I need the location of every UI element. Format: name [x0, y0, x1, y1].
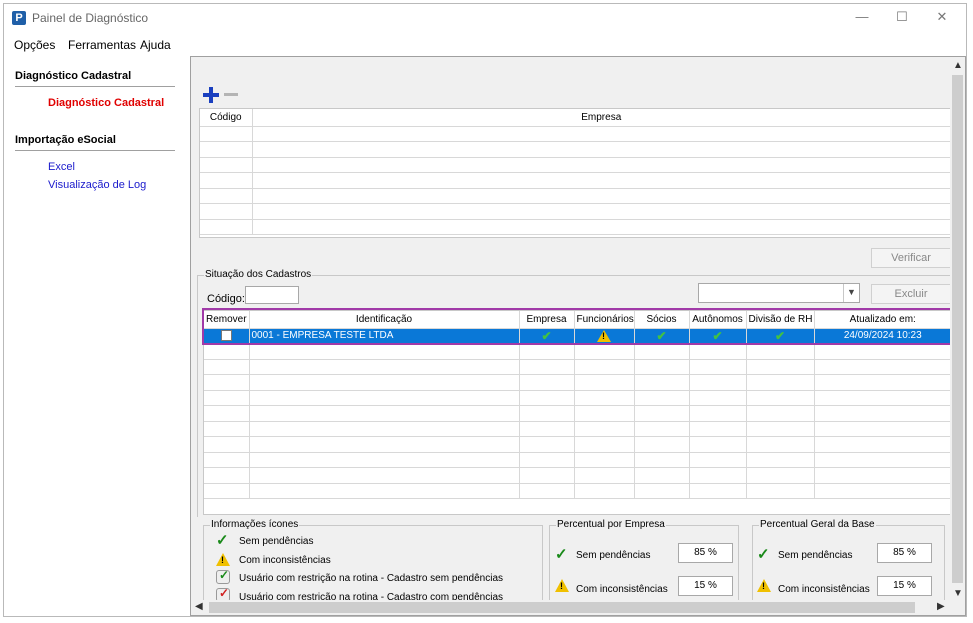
percent-base-com-label: Com inconsistências	[778, 584, 870, 595]
column-header-divisao-rh[interactable]: Divisão de RH	[746, 311, 815, 329]
sidebar-item-visualizacao-log[interactable]: Visualização de Log	[48, 179, 146, 191]
column-header-identificacao[interactable]: Identificação	[249, 311, 520, 329]
warning-icon	[555, 579, 569, 592]
table-row[interactable]	[200, 141, 951, 158]
table-row[interactable]	[204, 359, 952, 375]
percent-empresa-sem-value: 85 %	[678, 543, 733, 563]
horizontal-scrollbar[interactable]: ◀ ▶	[191, 600, 965, 615]
percent-base-sem-label: Sem pendências	[778, 550, 853, 561]
sidebar-divider	[15, 150, 175, 151]
sidebar-section-importacao: Importação eSocial	[15, 134, 116, 146]
menu-ajuda[interactable]: Ajuda	[140, 38, 171, 52]
column-header-atualizado[interactable]: Atualizado em:	[814, 311, 952, 329]
table-row[interactable]	[204, 405, 952, 422]
percent-base-com-value: 15 %	[877, 576, 932, 596]
check-icon: ✓	[555, 546, 568, 563]
table-row[interactable]	[204, 343, 952, 360]
percent-empresa-com-value: 15 %	[678, 576, 733, 596]
percent-base-title: Percentual Geral da Base	[759, 519, 876, 530]
column-header-socios[interactable]: Sócios	[634, 311, 690, 329]
sidebar-divider	[15, 86, 175, 87]
verificar-button[interactable]: Verificar	[871, 248, 951, 268]
table-row[interactable]	[204, 452, 952, 468]
codigo-input[interactable]	[245, 286, 299, 304]
vertical-scroll-thumb[interactable]	[952, 75, 963, 583]
legend-label: Sem pendências	[239, 536, 314, 547]
excluir-button[interactable]: Excluir	[871, 284, 951, 304]
close-button[interactable]: ✕	[922, 8, 962, 28]
excluir-label: Excluir	[894, 288, 928, 300]
percent-base-sem-value: 85 %	[877, 543, 932, 563]
table-row[interactable]: 0001 - EMPRESA TESTE LTDA ✔ ✔ ✔ ✔ 24/09/…	[204, 328, 952, 344]
scroll-right-icon[interactable]: ▶	[937, 601, 945, 612]
percent-empresa-com-label: Com inconsistências	[576, 584, 668, 595]
empresa-grid: Código Empresa	[199, 108, 952, 238]
warning-icon	[597, 329, 611, 342]
sidebar: Diagnóstico Cadastral Diagnóstico Cadast…	[4, 56, 186, 616]
minimize-button[interactable]: —	[842, 8, 882, 28]
check-icon: ✔	[774, 328, 786, 343]
percent-empresa-title: Percentual por Empresa	[556, 519, 666, 530]
codigo-label: Código:	[207, 293, 245, 305]
add-icon[interactable]	[203, 87, 219, 103]
column-header-remover[interactable]: Remover	[204, 311, 250, 329]
menu-bar: Opções Ferramentas Ajuda	[4, 34, 966, 56]
sidebar-item-excel[interactable]: Excel	[48, 161, 75, 173]
scroll-down-icon[interactable]: ▼	[953, 588, 963, 599]
column-header-empresa[interactable]: Empresa	[519, 311, 575, 329]
table-row[interactable]	[204, 467, 952, 484]
scroll-up-icon[interactable]: ▲	[953, 60, 963, 71]
table-row[interactable]	[200, 188, 951, 204]
table-row[interactable]	[200, 126, 951, 142]
vertical-scrollbar[interactable]: ▲ ▼	[950, 57, 965, 602]
identificacao-cell: 0001 - EMPRESA TESTE LTDA	[249, 328, 520, 344]
table-row[interactable]	[204, 483, 952, 499]
warning-icon	[216, 553, 230, 566]
check-icon: ✓	[757, 546, 770, 563]
app-window: P Painel de Diagnóstico — ☐ ✕ Opções Fer…	[3, 3, 967, 617]
horizontal-scroll-thumb[interactable]	[209, 602, 915, 613]
table-row[interactable]	[200, 219, 951, 235]
menu-ferramentas[interactable]: Ferramentas	[68, 38, 136, 52]
content-panel: Código Empresa Verificar Situação dos Ca…	[190, 56, 966, 616]
legend-label: Com inconsistências	[239, 555, 331, 566]
maximize-button[interactable]: ☐	[882, 8, 922, 28]
warning-icon	[757, 579, 771, 592]
check-icon: ✔	[656, 328, 667, 343]
column-header-autonomos[interactable]: Autônomos	[689, 311, 747, 329]
column-header-empresa[interactable]: Empresa	[252, 109, 951, 127]
column-header-codigo[interactable]: Código	[200, 109, 253, 127]
check-icon: ✔	[712, 328, 723, 343]
legend-title: Informações ícones	[210, 519, 300, 530]
table-row[interactable]	[204, 390, 952, 406]
table-row[interactable]	[200, 172, 951, 189]
filter-select[interactable]: ▼	[698, 283, 860, 303]
check-icon: ✔	[541, 328, 552, 343]
sidebar-section-diagnostico: Diagnóstico Cadastral	[15, 70, 132, 82]
menu-opcoes[interactable]: Opções	[14, 38, 55, 52]
atualizado-cell: 24/09/2024 10:23	[814, 328, 952, 344]
table-row[interactable]	[204, 436, 952, 453]
situacao-title: Situação dos Cadastros	[204, 269, 313, 280]
table-row[interactable]	[200, 203, 951, 220]
table-row[interactable]	[204, 421, 952, 437]
scroll-left-icon[interactable]: ◀	[195, 601, 203, 612]
chevron-down-icon[interactable]: ▼	[843, 284, 859, 302]
window-title: Painel de Diagnóstico	[32, 11, 149, 25]
title-bar: P Painel de Diagnóstico — ☐ ✕	[4, 4, 966, 32]
verificar-label: Verificar	[891, 252, 931, 264]
app-icon: P	[12, 11, 26, 25]
remove-icon[interactable]	[224, 93, 238, 96]
remover-checkbox[interactable]	[220, 330, 232, 342]
percent-empresa-sem-label: Sem pendências	[576, 550, 651, 561]
check-icon: ✓	[216, 532, 229, 549]
situacao-grid: Remover Identificação Empresa Funcionári…	[203, 310, 953, 515]
table-row[interactable]	[200, 157, 951, 173]
legend-label: Usuário com restrição na rotina - Cadast…	[239, 573, 504, 584]
user-restriction-ok-icon: ✓	[216, 568, 230, 584]
sidebar-item-diagnostico-cadastral[interactable]: Diagnóstico Cadastral	[48, 97, 164, 109]
table-row[interactable]	[204, 374, 952, 391]
column-header-funcionarios[interactable]: Funcionários	[574, 311, 635, 329]
